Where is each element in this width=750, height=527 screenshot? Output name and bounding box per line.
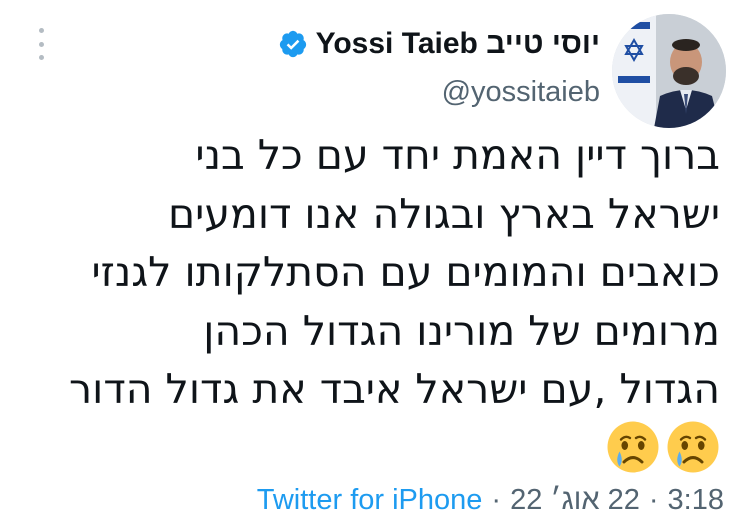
- crying-face-icon: [667, 421, 719, 473]
- more-vertical-icon: [38, 28, 44, 33]
- tweet-date[interactable]: 22 אוג׳ 22: [510, 484, 640, 517]
- display-name[interactable]: Yossi Taieb יוסי טייב: [316, 27, 600, 61]
- tweet-time[interactable]: 3:18: [668, 484, 724, 517]
- tweet-text-line: ברוך דיין האמת יחד עם כל בני: [195, 131, 720, 179]
- more-options-button[interactable]: [33, 28, 49, 60]
- source-link[interactable]: Twitter for iPhone: [257, 484, 483, 517]
- more-dot: [38, 55, 44, 60]
- tweet-header: Yossi Taieb יוסי טייב @yossitaieb: [278, 22, 600, 109]
- meta-separator: ·: [491, 484, 502, 516]
- tweet-meta: Twitter for iPhone · 22 אוג׳ 22 · 3:18: [257, 484, 724, 517]
- tweet-text-line: כואבים והמומים עם הסתלקותו לגנזי: [91, 248, 720, 296]
- meta-separator: ·: [648, 484, 659, 516]
- user-handle[interactable]: @yossitaieb: [278, 76, 600, 109]
- tweet-card: Yossi Taieb יוסי טייב @yossitaieb ברוך ד…: [0, 0, 750, 527]
- avatar-image: [612, 14, 726, 128]
- avatar[interactable]: [612, 14, 726, 128]
- tweet-text-line: ישראל בארץ ובגולה אנו דומעים: [167, 189, 720, 238]
- tweet-text: ברוך דיין האמת יחד עם כל בני ישראל בארץ …: [20, 126, 720, 419]
- crying-face-icon: [607, 421, 659, 473]
- verified-badge-icon: [279, 30, 306, 58]
- more-dot: [38, 41, 44, 47]
- tweet-text-line: הגדול ,עם ישראל איבד את גדול הדור: [69, 365, 720, 413]
- emoji-row: [606, 420, 720, 474]
- name-row: Yossi Taieb יוסי טייב: [278, 22, 600, 66]
- tweet-text-line: מרומים של מורינו הגדול הכהן: [203, 306, 720, 355]
